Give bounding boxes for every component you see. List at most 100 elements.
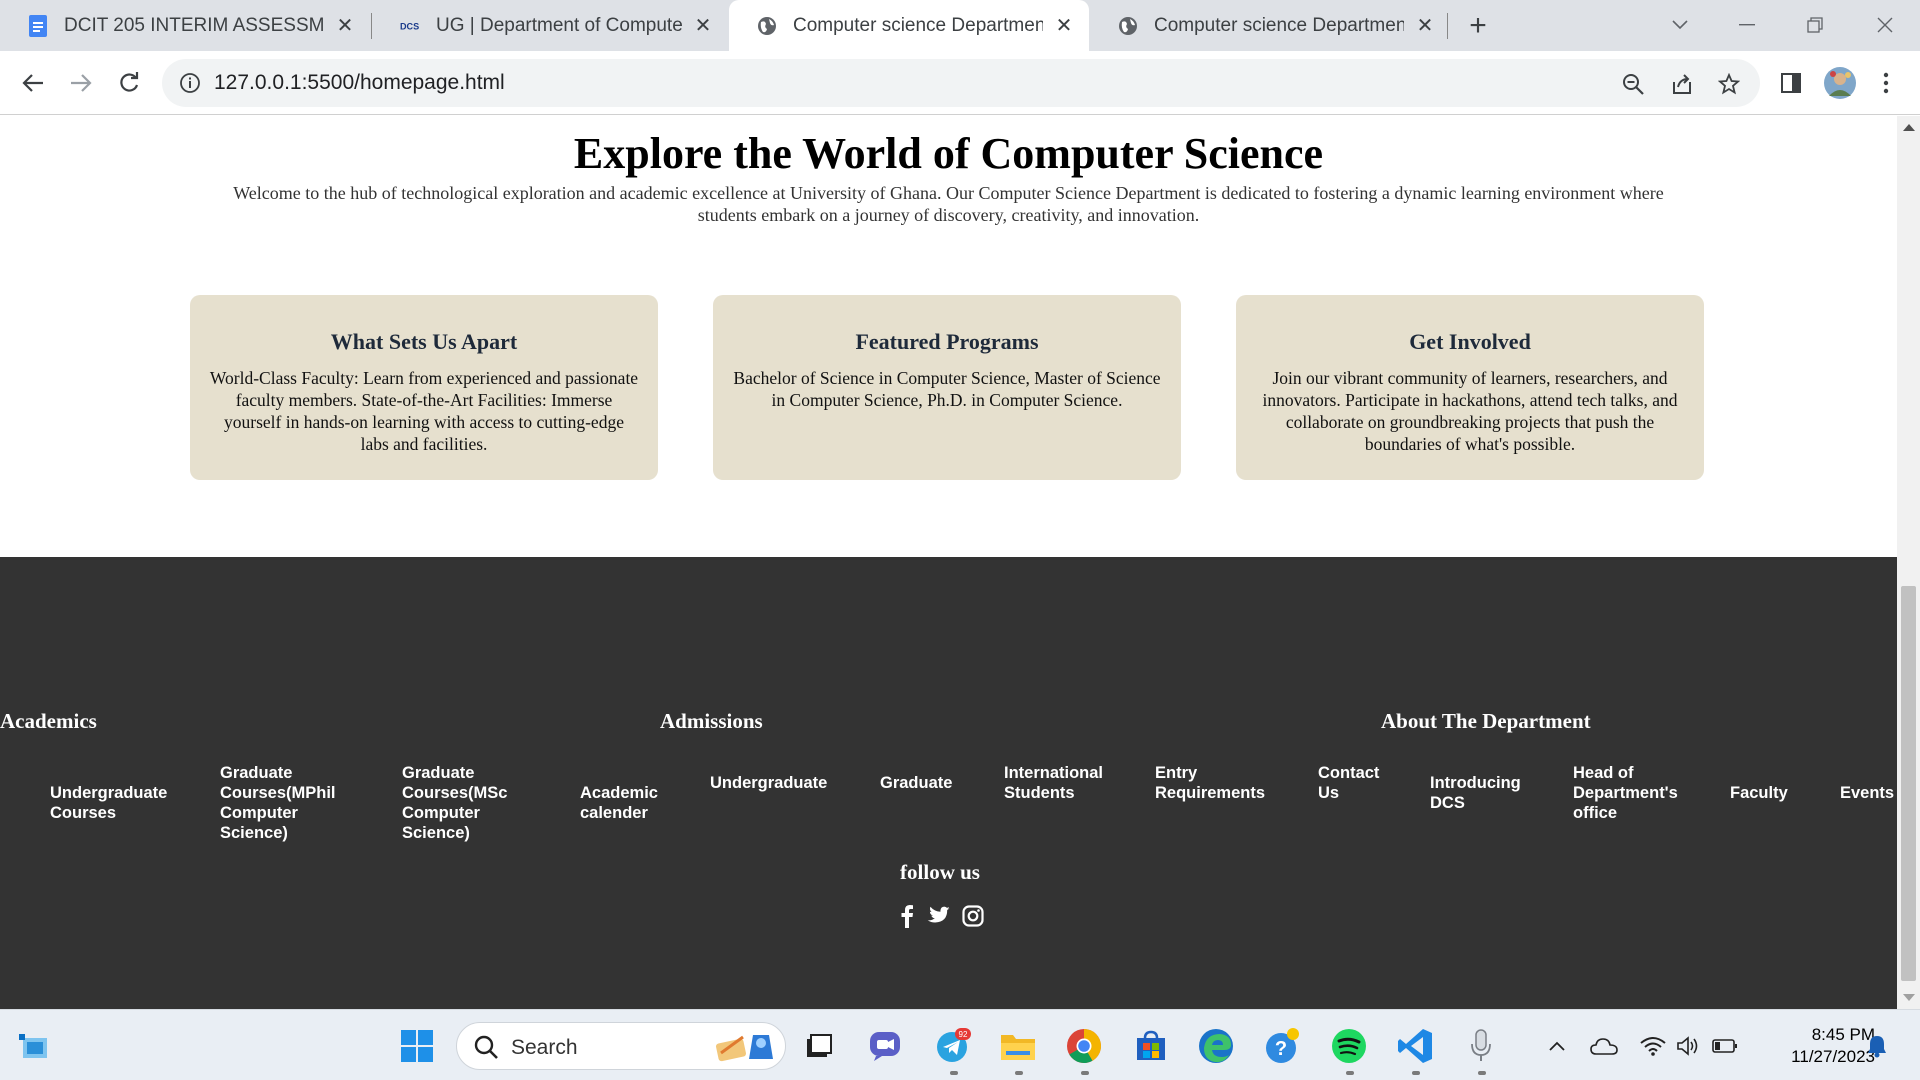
card-title: What Sets Us Apart	[330, 329, 518, 354]
share-icon[interactable]	[1669, 71, 1695, 97]
hero-section: Explore the World of Computer Science We…	[0, 116, 1897, 226]
browser-toolbar: 127.0.0.1:5500/homepage.html	[0, 51, 1920, 115]
profile-avatar[interactable]	[1822, 65, 1858, 101]
footer-link-head-of-department[interactable]: Head of Department's office	[1573, 763, 1693, 823]
card-body: Join our vibrant community of learners, …	[1262, 368, 1678, 454]
twitter-icon[interactable]	[925, 903, 951, 929]
spotify-icon[interactable]	[1330, 1027, 1368, 1065]
card-body: World-Class Faculty: Learn from experien…	[209, 368, 639, 454]
page-scrollbar[interactable]	[1897, 116, 1920, 1009]
tab-strip: DCIT 205 INTERIM ASSESSMENT ✕ DCS UG | D…	[0, 0, 1920, 51]
tab-title: UG | Department of Computer S	[436, 14, 682, 36]
close-tab-icon[interactable]: ✕	[334, 15, 356, 37]
task-view-icon[interactable]	[800, 1027, 838, 1065]
tab-computer-science[interactable]: Computer science Department ✕	[1090, 0, 1450, 51]
telegram-badge: 92	[959, 1030, 968, 1039]
zoom-icon[interactable]	[1620, 71, 1646, 97]
volume-icon[interactable]	[1670, 1027, 1708, 1065]
footer-link-graduate[interactable]: Graduate	[880, 773, 990, 793]
follow-us-heading: follow us	[900, 860, 980, 884]
card-title: Get Involved	[1409, 329, 1531, 354]
taskbar-search[interactable]: Search	[456, 1022, 786, 1070]
tab-dcit205[interactable]: DCIT 205 INTERIM ASSESSMENT ✕	[0, 0, 370, 51]
footer-heading-about: About The Department	[1381, 709, 1591, 733]
chrome-icon[interactable]	[1065, 1027, 1103, 1065]
footer-link-graduate-mphil[interactable]: Graduate Courses(MPhil Computer Science)	[220, 763, 360, 843]
minimize-icon[interactable]	[1727, 10, 1767, 40]
search-placeholder: Search	[511, 1036, 578, 1059]
footer-link-introducing-dcs[interactable]: Introducing DCS	[1430, 773, 1540, 813]
help-icon[interactable]: ?	[1264, 1027, 1302, 1065]
file-explorer-icon[interactable]	[999, 1027, 1037, 1065]
footer-link-contact-us[interactable]: Contact Us	[1318, 763, 1388, 803]
info-icon[interactable]	[178, 71, 202, 95]
tab-search-chevron-icon[interactable]	[1660, 10, 1700, 40]
card-featured-programs: Featured Programs Bachelor of Science in…	[713, 295, 1181, 480]
address-bar[interactable]: 127.0.0.1:5500/homepage.html	[162, 59, 1760, 107]
forward-button[interactable]	[65, 67, 97, 99]
tab-title: Computer science Department	[1154, 14, 1404, 36]
close-tab-icon[interactable]: ✕	[1053, 15, 1075, 37]
footer-link-faculty[interactable]: Faculty	[1730, 783, 1810, 803]
dcs-logo-icon: DCS	[400, 16, 420, 36]
scroll-up-arrow-icon[interactable]	[1903, 124, 1915, 131]
footer-link-events[interactable]: Events	[1840, 783, 1897, 803]
start-windows-icon[interactable]	[398, 1027, 436, 1065]
teams-chat-icon[interactable]	[866, 1027, 904, 1065]
footer-link-undergraduate[interactable]: Undergraduate	[710, 773, 850, 793]
menu-kebab-icon[interactable]	[1870, 67, 1902, 99]
running-indicator	[1346, 1071, 1354, 1075]
card-title: Featured Programs	[855, 329, 1039, 354]
battery-icon[interactable]	[1706, 1027, 1744, 1065]
notification-bell-icon[interactable]	[1858, 1027, 1896, 1065]
microsoft-store-icon[interactable]	[1132, 1027, 1170, 1065]
page-title: Explore the World of Computer Science	[573, 129, 1324, 178]
back-button[interactable]	[17, 67, 49, 99]
footer-link-entry-requirements[interactable]: Entry Requirements	[1155, 763, 1275, 803]
microphone-icon[interactable]	[1462, 1027, 1500, 1065]
docs-icon	[28, 14, 48, 37]
intro-paragraph: Welcome to the hub of technological expl…	[233, 183, 1664, 225]
reload-button[interactable]	[113, 67, 145, 99]
tab-title: DCIT 205 INTERIM ASSESSMENT	[64, 14, 324, 36]
widgets-icon[interactable]	[14, 1027, 52, 1065]
running-indicator	[1478, 1071, 1486, 1075]
running-indicator	[1412, 1071, 1420, 1075]
card-body: Bachelor of Science in Computer Science,…	[733, 368, 1161, 410]
url-text[interactable]: 127.0.0.1:5500/homepage.html	[214, 71, 505, 95]
restore-icon[interactable]	[1795, 10, 1835, 40]
wifi-icon[interactable]	[1634, 1027, 1672, 1065]
footer-link-undergraduate-courses[interactable]: Undergraduate Courses	[50, 783, 190, 823]
svg-text:DCS: DCS	[400, 21, 419, 31]
vscode-icon[interactable]	[1396, 1027, 1434, 1065]
tab-computer-science-active[interactable]: Computer science Department ✕	[729, 0, 1089, 51]
instagram-icon[interactable]	[960, 903, 986, 929]
side-panel-icon[interactable]	[1775, 67, 1807, 99]
close-window-icon[interactable]	[1865, 10, 1905, 40]
scroll-down-arrow-icon[interactable]	[1903, 994, 1915, 1001]
card-what-sets-us-apart: What Sets Us Apart World-Class Faculty: …	[190, 295, 658, 480]
globe-icon	[1118, 16, 1138, 36]
page-viewport: Explore the World of Computer Science We…	[0, 116, 1897, 1009]
footer-link-graduate-msc[interactable]: Graduate Courses(MSc Computer Science)	[402, 763, 542, 843]
running-indicator	[950, 1071, 958, 1075]
footer-link-international-students[interactable]: International Students	[1004, 763, 1114, 803]
site-footer: Academics Admissions About The Departmen…	[0, 557, 1897, 1009]
svg-text:?: ?	[1275, 1038, 1287, 1060]
edge-icon[interactable]	[1197, 1027, 1235, 1065]
tray-chevron-up-icon[interactable]	[1538, 1027, 1576, 1065]
footer-link-academic-calender[interactable]: Academic calender	[580, 783, 700, 823]
close-tab-icon[interactable]: ✕	[1414, 15, 1436, 37]
facebook-icon[interactable]	[894, 903, 920, 929]
clock[interactable]: 8:45 PM 11/27/2023	[1755, 1024, 1875, 1068]
telegram-icon[interactable]: 92	[934, 1027, 972, 1065]
clock-time: 8:45 PM	[1811, 1025, 1875, 1044]
bookmark-star-icon[interactable]	[1716, 71, 1742, 97]
close-tab-icon[interactable]: ✕	[692, 15, 714, 37]
running-indicator	[1015, 1071, 1023, 1075]
new-tab-button[interactable]: +	[1463, 9, 1493, 42]
tab-ug-dcs[interactable]: DCS UG | Department of Computer S ✕	[372, 0, 728, 51]
footer-heading-academics: Academics	[0, 709, 97, 733]
scroll-thumb[interactable]	[1901, 586, 1916, 981]
onedrive-cloud-icon[interactable]	[1585, 1027, 1623, 1065]
